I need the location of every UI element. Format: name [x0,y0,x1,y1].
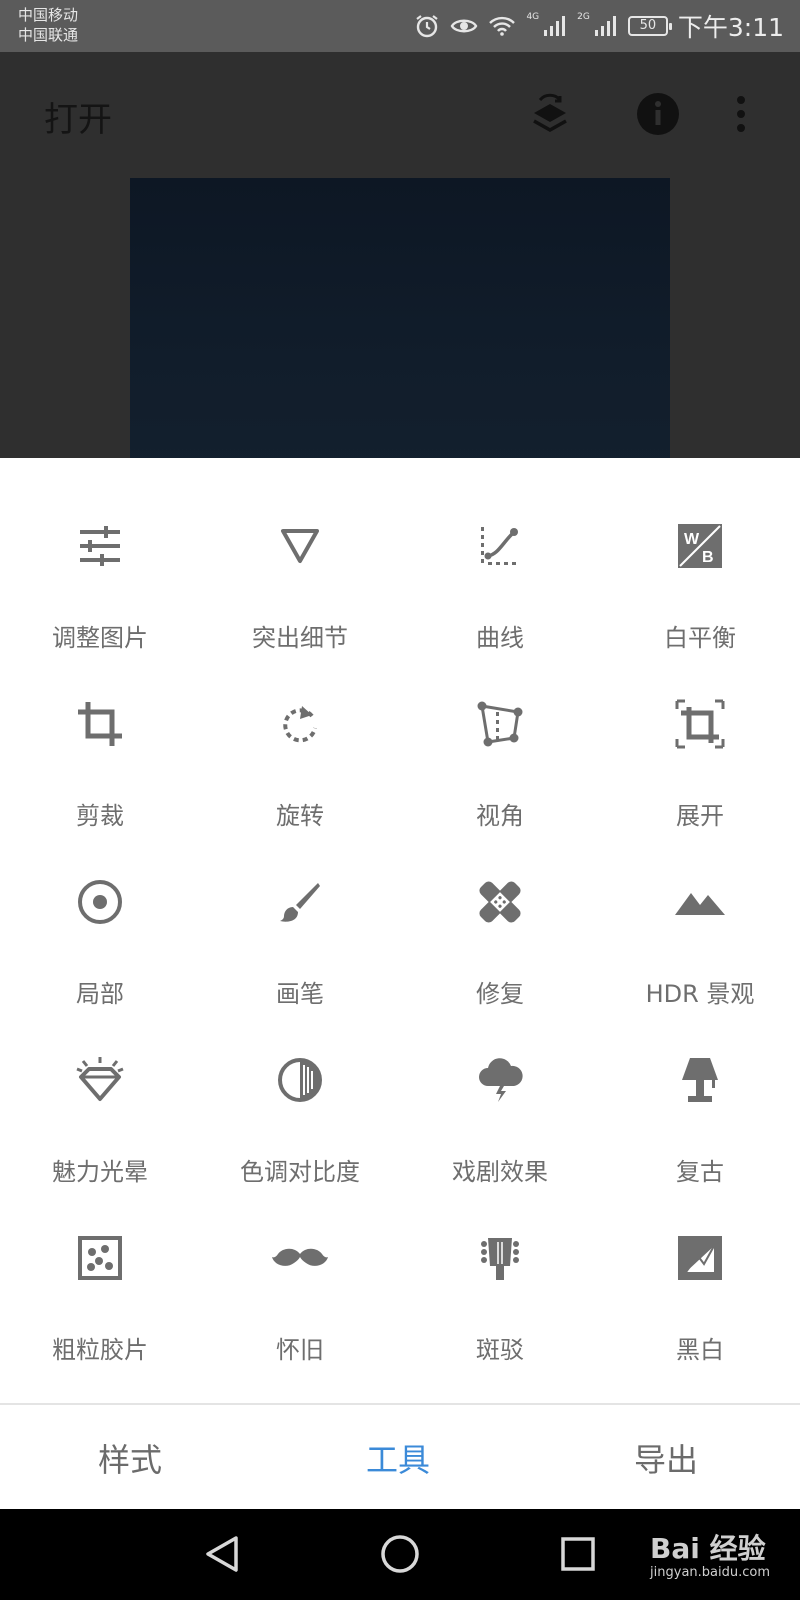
tab-looks[interactable]: 样式 [98,1435,162,1481]
tool-vintage[interactable]: 复古 [600,992,800,1186]
tool-black-white[interactable]: 黑白 [600,1170,800,1364]
system-nav-bar: Bai 经验 jingyan.baidu.com [0,1509,800,1600]
lamp-icon [670,1050,730,1110]
tab-export[interactable]: 导出 [634,1435,698,1481]
network-type-1: 4G [526,12,540,22]
crop-icon [70,694,130,754]
tool-label: 斑驳 [476,1336,524,1364]
tool-expand[interactable]: 展开 [600,636,800,830]
eye-icon [450,15,478,37]
mustache-icon [270,1228,330,1288]
tune-sliders-icon [70,516,130,576]
carrier-2: 中国联通 [18,26,79,44]
guitar-head-icon [470,1228,530,1288]
tool-label: 黑白 [676,1336,724,1364]
carrier-info: 中国移动 中国联通 [18,5,78,45]
tool-brush[interactable]: 画笔 [200,814,400,1008]
storm-cloud-icon [470,1050,530,1110]
white-balance-icon: WB [670,516,730,576]
tool-grainy-film[interactable]: 粗粒胶片 [0,1170,200,1364]
tool-drama[interactable]: 戏剧效果 [400,992,600,1186]
back-triangle-icon[interactable] [192,1529,252,1579]
info-icon[interactable] [634,90,682,138]
open-button[interactable]: 打开 [44,92,112,141]
alarm-icon [414,13,440,39]
home-circle-icon[interactable] [370,1529,430,1579]
black-white-icon [670,1228,730,1288]
watermark-main: Bai 经验 [650,1532,766,1565]
recents-square-icon[interactable] [548,1529,608,1579]
tool-healing[interactable]: 修复 [400,814,600,1008]
tool-curves[interactable]: 曲线 [400,458,600,652]
rotate-icon [270,694,330,754]
expand-icon [670,694,730,754]
bottom-tabs: 样式 工具 导出 [0,1403,800,1511]
healing-icon [470,872,530,932]
more-vert-icon[interactable] [726,90,756,138]
tool-details[interactable]: 突出细节 [200,458,400,652]
status-bar: 中国移动 中国联通 4G 2G 50 下午3:11 [0,0,800,52]
signal-icon [594,14,618,38]
watermark-url: jingyan.baidu.com [650,1565,770,1580]
wifi-icon [488,15,516,37]
triangle-down-icon [270,516,330,576]
selective-icon [70,872,130,932]
carrier-1: 中国移动 [18,6,79,24]
tonal-contrast-icon [270,1050,330,1110]
mountains-icon [670,872,730,932]
tool-white-balance[interactable]: WB 白平衡 [600,458,800,652]
network-type-2: 2G [577,12,590,22]
curve-icon [470,516,530,576]
battery-icon: 50 [627,16,672,36]
tool-selective[interactable]: 局部 [0,814,200,1008]
tool-glamour-glow[interactable]: 魅力光晕 [0,992,200,1186]
tool-grunge[interactable]: 斑驳 [400,1170,600,1364]
watermark: Bai 经验 jingyan.baidu.com [650,1527,770,1580]
svg-text:B: B [702,549,714,566]
tool-retrolux[interactable]: 怀旧 [200,1170,400,1364]
tab-tools[interactable]: 工具 [366,1435,430,1481]
brush-icon [270,872,330,932]
diamond-glow-icon [70,1050,130,1110]
tool-crop[interactable]: 剪裁 [0,636,200,830]
tool-hdr[interactable]: HDR 景观 [600,814,800,1008]
perspective-icon [470,694,530,754]
editor-background: 打开 [0,52,800,458]
tool-tune-image[interactable]: 调整图片 [0,458,200,652]
photo-preview [130,178,670,458]
layers-icon[interactable] [526,90,574,138]
tool-rotate[interactable]: 旋转 [200,636,400,830]
tool-label: 怀旧 [276,1336,324,1364]
status-icons: 4G 2G 50 下午3:11 [414,8,784,44]
svg-text:W: W [684,531,700,548]
tool-label: 粗粒胶片 [52,1336,148,1364]
clock: 下午3:11 [677,13,784,42]
tools-sheet: 调整图片 突出细节 曲线 WB 白平衡 剪裁 旋转 视角 展开 局部 画笔 修复… [0,458,800,1403]
signal-icon [543,14,567,38]
tool-perspective[interactable]: 视角 [400,636,600,830]
tool-tonal-contrast[interactable]: 色调对比度 [200,992,400,1186]
grain-film-icon [70,1228,130,1288]
